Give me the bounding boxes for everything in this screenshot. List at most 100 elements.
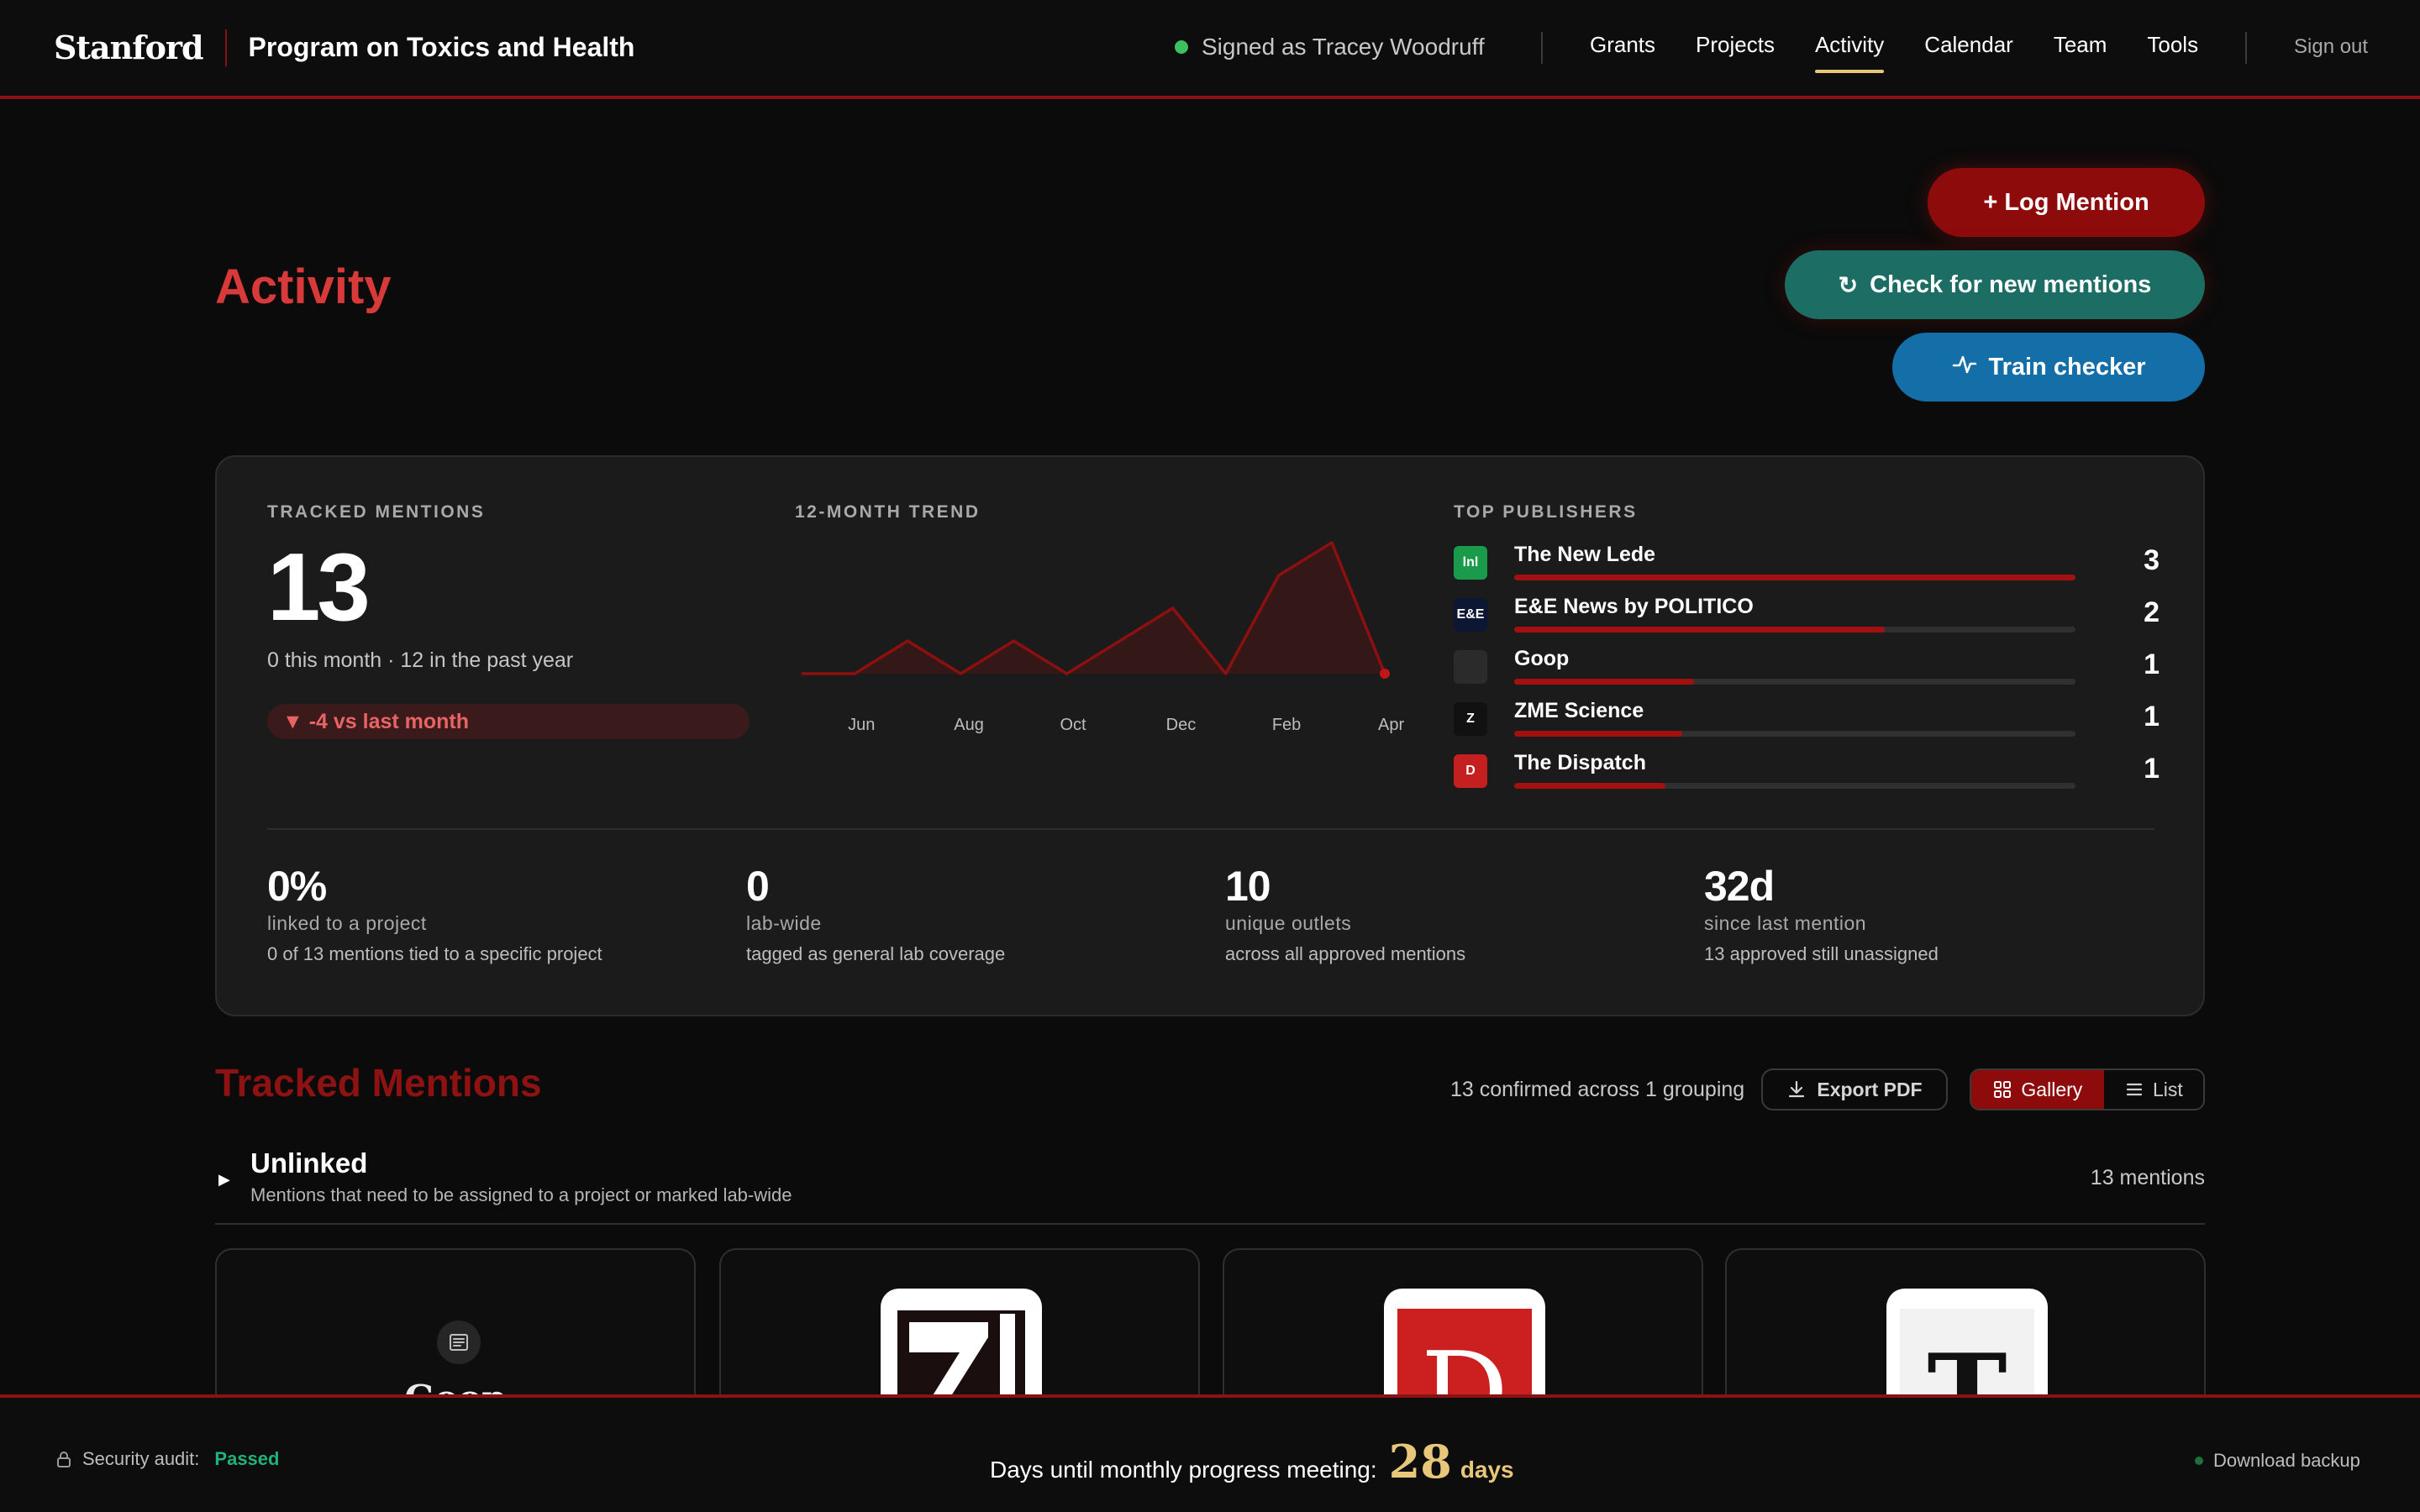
meeting-countdown: Days until monthly progress meeting: 28 … [990, 1435, 1514, 1488]
brand[interactable]: Stanford Program on Toxics and Health [54, 29, 634, 66]
group-count: 13 mentions [2090, 1166, 2205, 1189]
nav-projects[interactable]: Projects [1696, 32, 1775, 66]
publisher-logo-icon: E&E [1454, 598, 1487, 632]
publisher-logo-icon [1454, 650, 1487, 684]
stat-value: 0 [746, 863, 770, 910]
caret-right-icon[interactable]: ▶ [218, 1171, 230, 1189]
trend-tick-label: Feb [1271, 716, 1302, 734]
list-view-button[interactable]: List [2104, 1070, 2203, 1109]
group-unlinked[interactable]: ▶ Unlinked Mentions that need to be assi… [215, 1144, 2205, 1225]
publisher-share-bar [1514, 731, 2075, 737]
publisher-share-fill [1514, 627, 1885, 633]
export-pdf-label: Export PDF [1817, 1078, 1923, 1100]
publisher-name: The New Lede [1514, 543, 1656, 566]
download-backup-label: Download backup [2213, 1450, 2360, 1471]
top-navigation-bar: Stanford Program on Toxics and Health Si… [0, 0, 2420, 99]
publisher-share-fill [1514, 679, 1694, 685]
publisher-share-bar [1514, 783, 2075, 789]
trend-chart [801, 541, 1390, 679]
online-status-icon [1175, 40, 1188, 54]
publisher-row: E&E E&E News by POLITICO 2 [1454, 595, 2160, 642]
header-divider [1541, 32, 1543, 64]
nav-grants[interactable]: Grants [1590, 32, 1655, 66]
stat-unique-outlets: 10 unique outlets across all approved me… [1225, 862, 1465, 965]
publisher-name: ZME Science [1514, 699, 1644, 722]
publisher-share-fill [1514, 731, 1683, 737]
trend-label: 12-MONTH TREND [795, 502, 981, 522]
lock-icon [55, 1450, 72, 1468]
activity-stats-panel: TRACKED MENTIONS 13 0 this month · 12 in… [215, 455, 2205, 1016]
publisher-share-fill [1514, 783, 1666, 789]
mentions-summary: 13 confirmed across 1 grouping [1450, 1078, 1745, 1101]
top-publishers-label: TOP PUBLISHERS [1454, 502, 1638, 522]
countdown-label: Days until monthly progress meeting: [990, 1457, 1377, 1483]
trend-tick-label: Jun [848, 716, 876, 734]
brand-divider [224, 29, 227, 66]
group-title: Unlinked [250, 1147, 368, 1179]
stat-description: across all approved mentions [1225, 943, 1466, 964]
trend-point [1380, 669, 1390, 679]
stat-value: 10 [1225, 863, 1271, 910]
panel-divider [267, 828, 2154, 830]
signed-in-label: Signed as Tracey Woodruff [1202, 34, 1485, 60]
publisher-name: E&E News by POLITICO [1514, 595, 1754, 618]
trend-tick-label: Aug [954, 716, 984, 734]
download-backup-link[interactable]: Download backup [2195, 1450, 2360, 1472]
nav-team[interactable]: Team [2054, 32, 2107, 66]
countdown-unit: days [1460, 1457, 1514, 1483]
stat-value: 32d [1704, 863, 1775, 910]
publisher-row: Z ZME Science 1 [1454, 699, 2160, 746]
main-nav: Grants Projects Activity Calendar Team T… [1590, 32, 2238, 73]
stanford-logo[interactable]: Stanford [54, 29, 204, 66]
publisher-count: 1 [2144, 701, 2160, 732]
stat-value: 0% [267, 863, 327, 910]
nav-activity[interactable]: Activity [1814, 32, 1885, 73]
publisher-row: Goop 1 [1454, 647, 2160, 694]
refresh-icon: ↻ [1838, 271, 1859, 298]
newspaper-icon [437, 1320, 481, 1364]
header-divider [2245, 32, 2247, 64]
list-icon [2124, 1079, 2144, 1100]
publisher-count: 1 [2144, 648, 2160, 680]
publisher-row: lnl The New Lede 3 [1454, 543, 2160, 590]
stat-description: 13 approved still unassigned [1704, 943, 1939, 964]
program-name: Program on Toxics and Health [248, 32, 635, 62]
check-mentions-label: Check for new mentions [1870, 270, 2152, 298]
list-label: List [2152, 1078, 2183, 1100]
gallery-view-button[interactable]: Gallery [1971, 1070, 2104, 1109]
publisher-logo-icon: Z [1454, 702, 1487, 736]
trend-tick-label: Apr [1378, 716, 1405, 734]
gallery-label: Gallery [2021, 1078, 2083, 1100]
stat-label: linked to a project [267, 912, 427, 934]
publisher-name: Goop [1514, 647, 1570, 670]
publisher-count: 2 [2144, 596, 2160, 628]
publisher-share-bar [1514, 575, 2075, 580]
tracked-mentions-title: Tracked Mentions [215, 1061, 542, 1105]
publisher-count: 1 [2144, 753, 2160, 785]
train-checker-button[interactable]: Train checker [1892, 333, 2205, 402]
signed-in-status: Signed as Tracey Woodruff [1175, 34, 1485, 60]
log-mention-button[interactable]: + Log Mention [1928, 168, 2205, 237]
train-checker-label: Train checker [1988, 353, 2146, 381]
publisher-share-fill [1514, 575, 2075, 580]
stat-description: tagged as general lab coverage [746, 943, 1006, 964]
tracked-mentions-label: TRACKED MENTIONS [267, 502, 486, 522]
month-delta-badge: ▼ -4 vs last month [267, 704, 750, 739]
nav-tools[interactable]: Tools [2147, 32, 2198, 66]
stat-linked: 0% linked to a project 0 of 13 mentions … [267, 862, 602, 965]
publisher-share-bar [1514, 627, 2075, 633]
publisher-logo-icon: D [1454, 754, 1487, 788]
tracked-mentions-total: 13 [267, 534, 371, 641]
export-pdf-button[interactable]: Export PDF [1761, 1068, 1948, 1110]
security-audit-status: Security audit: Passed [55, 1448, 279, 1470]
sign-out-link[interactable]: Sign out [2294, 35, 2368, 59]
check-mentions-button[interactable]: ↻ Check for new mentions [1785, 250, 2205, 319]
security-audit-label: Security audit: [82, 1448, 200, 1469]
stat-label: since last mention [1704, 912, 1867, 934]
stat-description: 0 of 13 mentions tied to a specific proj… [267, 943, 602, 964]
grid-icon [1992, 1079, 2012, 1100]
nav-calendar[interactable]: Calendar [1924, 32, 2013, 66]
publisher-name: The Dispatch [1514, 751, 1646, 774]
publisher-row: D The Dispatch 1 [1454, 751, 2160, 798]
trend-tick-label: Oct [1060, 716, 1086, 734]
